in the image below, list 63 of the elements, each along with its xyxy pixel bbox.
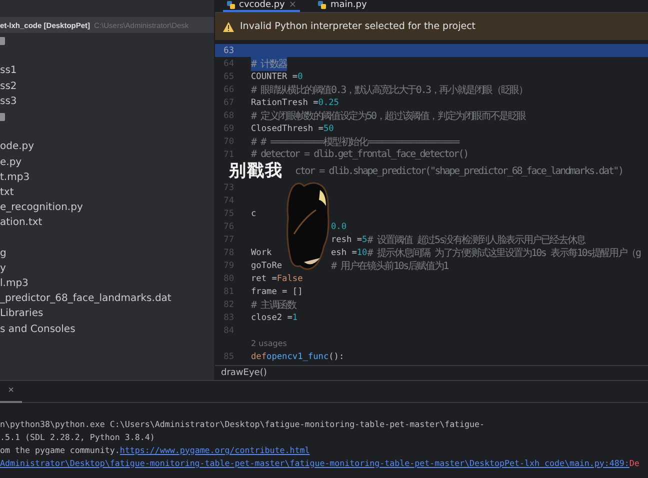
code-text: (): [328,352,344,362]
code-text: Work [251,248,272,258]
folder-icon [0,36,5,45]
project-item[interactable]: ation.txt [0,215,214,230]
line-number: 63 [222,46,235,56]
project-item[interactable]: _predictor_68_face_landmarks.dat [0,291,214,306]
console-link[interactable]: Administrator\Desktop\fatigue-monitoring-table-pet-master\fatigue-monitoring-table-pet-master\DesktopPet-lxh_code\main.py:489: [0,458,630,468]
code-text: goToRe [251,260,282,270]
code-text: De [629,458,640,468]
warning-text: Invalid Python interpreter selected for the project [240,21,476,32]
pet-caption: 别戳我 [228,161,284,181]
console-link[interactable]: https://www.pygame.org/contribute.html [120,444,310,454]
code-text: resh = [331,234,362,244]
code-text: ret = [251,274,277,284]
project-item[interactable]: t.mp3 [0,170,214,185]
code-text: n\python38\python.exe C:\Users\Administrator\Desktop\fatigue-monitoring-table-pet-master\fatigue- [0,418,485,428]
code-text: COUNTER = [251,72,298,82]
project-item[interactable]: g [0,246,214,261]
code-comment: # 用户在镜头前10s后赋值为1 [331,260,448,272]
project-item[interactable]: txt [0,184,214,200]
project-item[interactable]: ss1 [0,63,214,79]
warning-icon [223,22,234,32]
project-item[interactable]: ss2 [0,78,214,94]
code-comment: # 眼睛纵横比的阈值0.3，默认高宽比大于0.3，再小就是闭眼（眨眼） [251,84,528,96]
code-comment: # 提示休息间隔 为了方便测试这里设置为10s 表示每10s提醒用户（g [367,246,640,260]
close-button[interactable]: × [0,380,22,402]
code-text: 10 [356,248,368,258]
code-text: def [251,352,267,362]
project-item[interactable]: e_recognition.py [0,200,214,216]
code-text: 5 [362,234,368,244]
code-text: False [276,274,303,284]
code-text: .5.1 (SDL 2.28.2, Python 3.8.4) [0,432,155,442]
code-comment: # 定义闭眼帧数的阈值设定为50，超过该阈值，判定为闭眼而不是眨眼 [251,110,526,122]
editor-tab[interactable]: main.py [314,0,371,12]
code-comment: # detector = dlib.get_frontal_face_detector() [251,149,468,160]
code-comment: ctor = dlib.shape_predictor("shape_predictor_68_face_landmarks.dat") [295,166,623,176]
code-text: 0.0 [331,222,347,232]
project-item[interactable]: Libraries [0,306,214,322]
code-text: esh = [331,248,357,258]
code-text: RationTresh = [251,98,318,108]
code-text: close2 = [251,312,292,322]
code-text: 50 [323,124,334,134]
code-comment: # 主调函数 [251,298,296,312]
code-comment: # # ===========模型初始化=================== [251,136,459,148]
project-item[interactable]: ss3 [0,94,214,109]
project-item[interactable]: ode.py [0,139,214,154]
python-file-icon [318,1,326,9]
python-file-icon [227,1,235,9]
project-item[interactable]: y [0,260,214,276]
folder-icon [0,112,5,121]
project-item[interactable]: e.py [0,154,214,170]
project-item[interactable]: l.mp3 [0,276,214,292]
code-text: opencv1_func [266,352,329,362]
code-text: frame = [] [251,286,303,296]
code-text: 0 [298,72,303,82]
code-text: om the pygame community. [0,444,120,454]
code-text: c [251,208,256,218]
project-item[interactable]: s and Consoles [0,322,214,337]
code-comment: # 设置阈值 超过5s没有检测到人脸表示用户已经去休息 [367,234,585,246]
code-text: ClosedThresh = [251,124,324,134]
code-text: 1 [292,312,298,322]
usages-hint: 2 usages [251,339,287,348]
code-text: 0.25 [318,98,339,108]
